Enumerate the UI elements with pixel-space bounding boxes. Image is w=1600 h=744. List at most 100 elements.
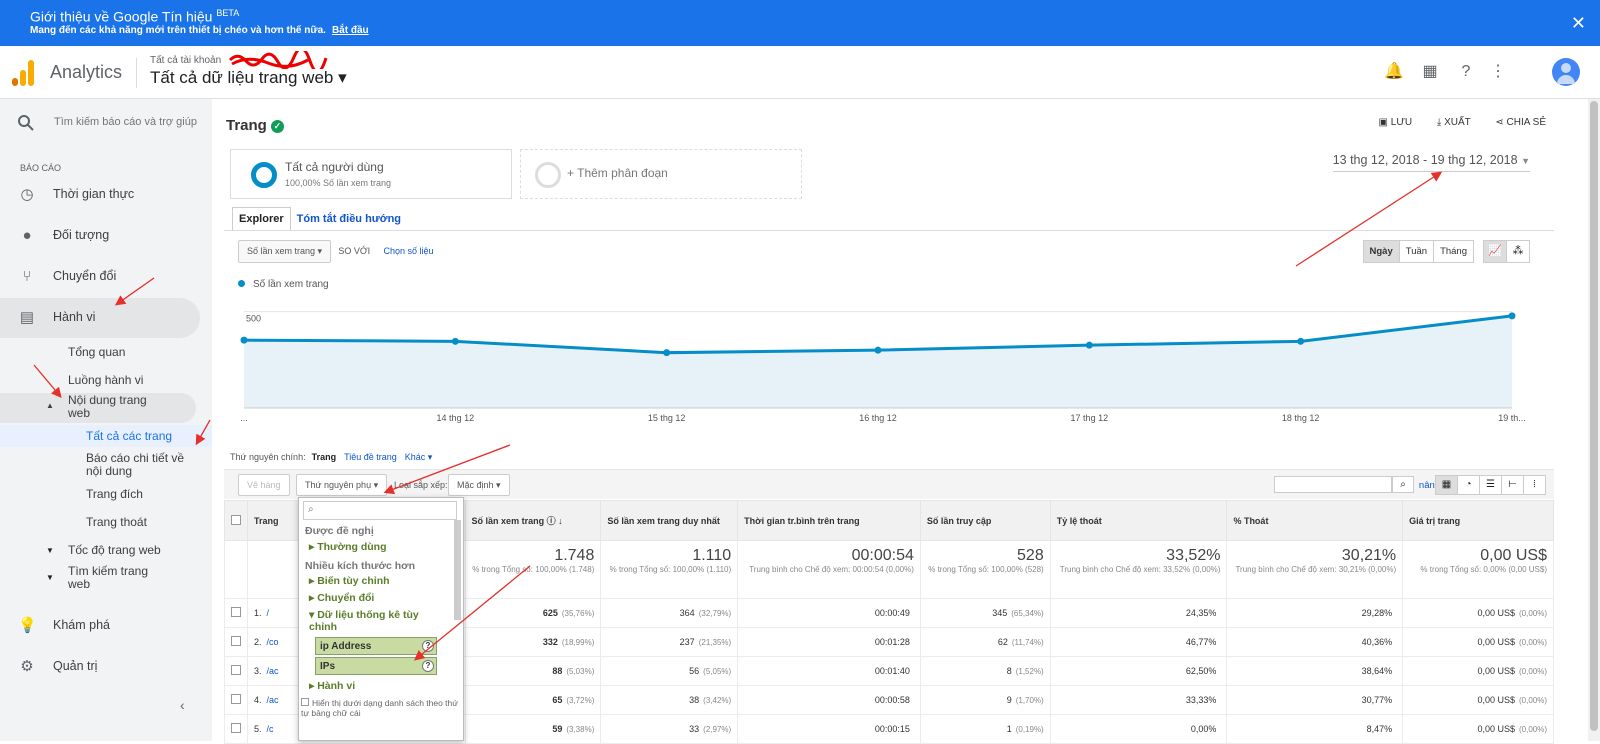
performance-icon[interactable]: ☰ [1479,475,1502,495]
row-checkbox[interactable] [224,685,248,715]
data-point [451,337,459,345]
banner-title: Giới thiệu về Google Tín hiệu BETA [30,8,240,25]
sidebar-item-admin[interactable]: ⚙ Quản trị [0,647,200,687]
sidebar-item-discover[interactable]: 💡 Khám phá [0,606,200,646]
select-all-checkbox[interactable] [224,500,248,541]
dimension-page-title[interactable]: Tiêu đề trang [344,452,397,462]
dropdown-item-custom-var[interactable]: ▸ Biến tùy chỉnh [309,575,390,587]
column-header[interactable]: Số lần xem trang ⓘ ↓ [464,500,602,541]
row-checkbox[interactable] [224,656,248,686]
dropdown-search-input[interactable]: ⌕ [303,501,457,520]
sidebar-item-realtime[interactable]: ◷ Thời gian thực [0,175,200,215]
pivot-icon[interactable]: ⦙ [1523,475,1546,495]
column-header[interactable]: Tỷ lệ thoát [1049,500,1228,541]
dropdown-item-custom-dims[interactable]: ▾ Dữ liệu thống kê tùy chỉnh [309,609,429,633]
flow-icon: ⑂ [22,268,32,285]
secondary-dimension-select[interactable]: Thứ nguyên phụ ▾ [296,474,388,496]
notifications-icon[interactable]: 🔔 [1384,62,1404,82]
segment-all-users[interactable]: Tất cả người dùng 100,00% Số lần xem tra… [230,149,512,199]
series-area [244,315,1512,408]
sidebar-sub-site-content[interactable]: Nội dung trang web [68,394,168,420]
sidebar-sub-behavior-flow[interactable]: Luồng hành vi [68,373,143,387]
tab-navigation-summary[interactable]: Tóm tắt điều hướng [291,208,407,230]
sidebar-sub-all-pages[interactable]: Tất cả các trang [86,429,172,443]
expand-icon[interactable]: ▼ [46,546,54,555]
dropdown-item-ips[interactable]: IPs? [315,657,437,675]
dimension-label: Thứ nguyên chính: [230,452,306,462]
sidebar-sub-overview[interactable]: Tổng quan [68,345,125,359]
sidebar-item-conversions[interactable]: ⑂ Chuyển đổi [0,257,200,297]
period-month-button[interactable]: Tháng [1433,240,1474,263]
get-started-link[interactable]: Bắt đầu [332,25,369,36]
sidebar-sub-site-search[interactable]: Tìm kiếm trang web [68,565,168,591]
column-header[interactable]: % Thoát [1226,500,1404,541]
plot-rows-button[interactable]: Vẽ hàng [238,474,290,496]
dropdown-item-common[interactable]: ▸ Thường dùng [309,541,386,553]
column-header[interactable]: Số lần truy cập [919,500,1051,541]
total-sub: % trong Tổng số: 0,00% (0,00 US$) [1420,565,1547,574]
sidebar-item-label: Quản trị [53,659,98,673]
sidebar-sub-exit-pages[interactable]: Trang thoát [86,515,147,529]
collapse-icon[interactable]: ▲ [46,401,54,410]
sidebar-item-audience[interactable]: ● Đối tượng [0,216,200,256]
row-checkbox[interactable] [224,598,248,628]
column-header[interactable]: Số lần xem trang duy nhất [600,500,739,541]
sidebar-search[interactable]: Tìm kiếm báo cáo và trợ giúp [0,99,212,147]
help-icon[interactable]: ? [1456,62,1476,82]
data-table-icon[interactable]: ▦ [1435,475,1458,495]
choose-metric-link[interactable]: Chọn số liệu [383,246,433,256]
export-button[interactable]: ⤓ XUẤT [1437,117,1471,128]
sidebar-sub-content-drilldown[interactable]: Báo cáo chi tiết về nội dung [86,452,196,478]
property-selector[interactable]: Tất cả dữ liệu trang web ▾ [150,68,347,88]
row-checkbox[interactable] [224,714,248,744]
search-icon[interactable]: ⌕ [1392,476,1414,493]
add-segment-button[interactable]: + Thêm phân đoạn [520,149,802,199]
verified-check-icon: ✓ [270,119,284,133]
share-button[interactable]: ⋖ CHIA SẺ [1495,117,1546,128]
pie-chart-icon[interactable]: ◔ [1457,475,1480,495]
dimension-page[interactable]: Trang [312,452,337,462]
metric-cell: 33,33% [1049,685,1228,715]
more-vert-icon[interactable]: ⋮ [1488,62,1508,82]
sort-type-select[interactable]: Mặc định ▾ [448,474,510,496]
total-sub: Trung bình cho Chế độ xem: 00:00:54 (0,0… [749,565,914,574]
dropdown-item-ip-address[interactable]: ip Address? [315,637,437,655]
column-header[interactable]: Giá trị trang [1402,500,1554,541]
motion-chart-icon[interactable]: ⁂ [1506,240,1530,263]
table-filter-input[interactable] [1274,476,1392,493]
beta-badge: BETA [216,8,240,18]
collapse-sidebar-icon[interactable]: ‹ [180,697,185,713]
total-value: 00:00:54 [851,547,914,564]
dropdown-item-conversions[interactable]: ▸ Chuyển đổi [309,592,374,604]
comparison-icon[interactable]: ⊢ [1501,475,1524,495]
avatar[interactable] [1552,58,1580,86]
search-placeholder: Tìm kiếm báo cáo và trợ giúp [54,116,197,128]
period-week-button[interactable]: Tuần [1398,240,1435,263]
metric-select[interactable]: Số lần xem trang ▾ [238,240,332,263]
date-range-picker[interactable]: 13 thg 12, 2018 - 19 thg 12, 2018 ▼ [1332,153,1530,172]
search-icon [18,115,34,131]
report-tabs: Explorer Tóm tắt điều hướng [232,207,407,231]
checkbox[interactable] [301,698,309,706]
close-icon[interactable]: ✕ [1571,13,1586,34]
total-value: 0,00 US$ [1480,547,1547,564]
dimension-other[interactable]: Khác ▾ [405,452,433,462]
period-day-button[interactable]: Ngày [1362,240,1400,263]
page-scrollbar[interactable] [1588,99,1600,741]
apps-grid-icon[interactable]: ▦ [1420,62,1440,82]
save-button[interactable]: ▣ LƯU [1379,117,1413,128]
expand-icon[interactable]: ▼ [46,573,54,582]
dropdown-scrollbar[interactable] [454,520,461,620]
tab-explorer[interactable]: Explorer [232,207,291,231]
alphabetical-option[interactable]: Hiển thị dưới dạng danh sách theo thứ tự… [301,698,459,718]
line-chart-icon[interactable]: 📈 [1483,240,1507,263]
sidebar-sub-site-speed[interactable]: Tốc độ trang web [68,543,161,557]
sidebar-item-behavior[interactable]: ▤ Hành vi [0,298,200,338]
dropdown-item-behavior[interactable]: ▸ Hành vi [309,680,355,690]
total-sub: Trung bình cho Chế độ xem: 33,52% (0,00%… [1059,565,1221,574]
metric-cell: 0,00 US$ (0,00%) [1402,714,1554,744]
column-header[interactable]: Thời gian tr.bình trên trang [737,500,921,541]
sidebar-sub-landing-pages[interactable]: Trang đích [86,487,143,501]
row-checkbox[interactable] [224,627,248,657]
table-view-toggle: ▦ ◔ ☰ ⊢ ⦙ [1435,475,1546,495]
